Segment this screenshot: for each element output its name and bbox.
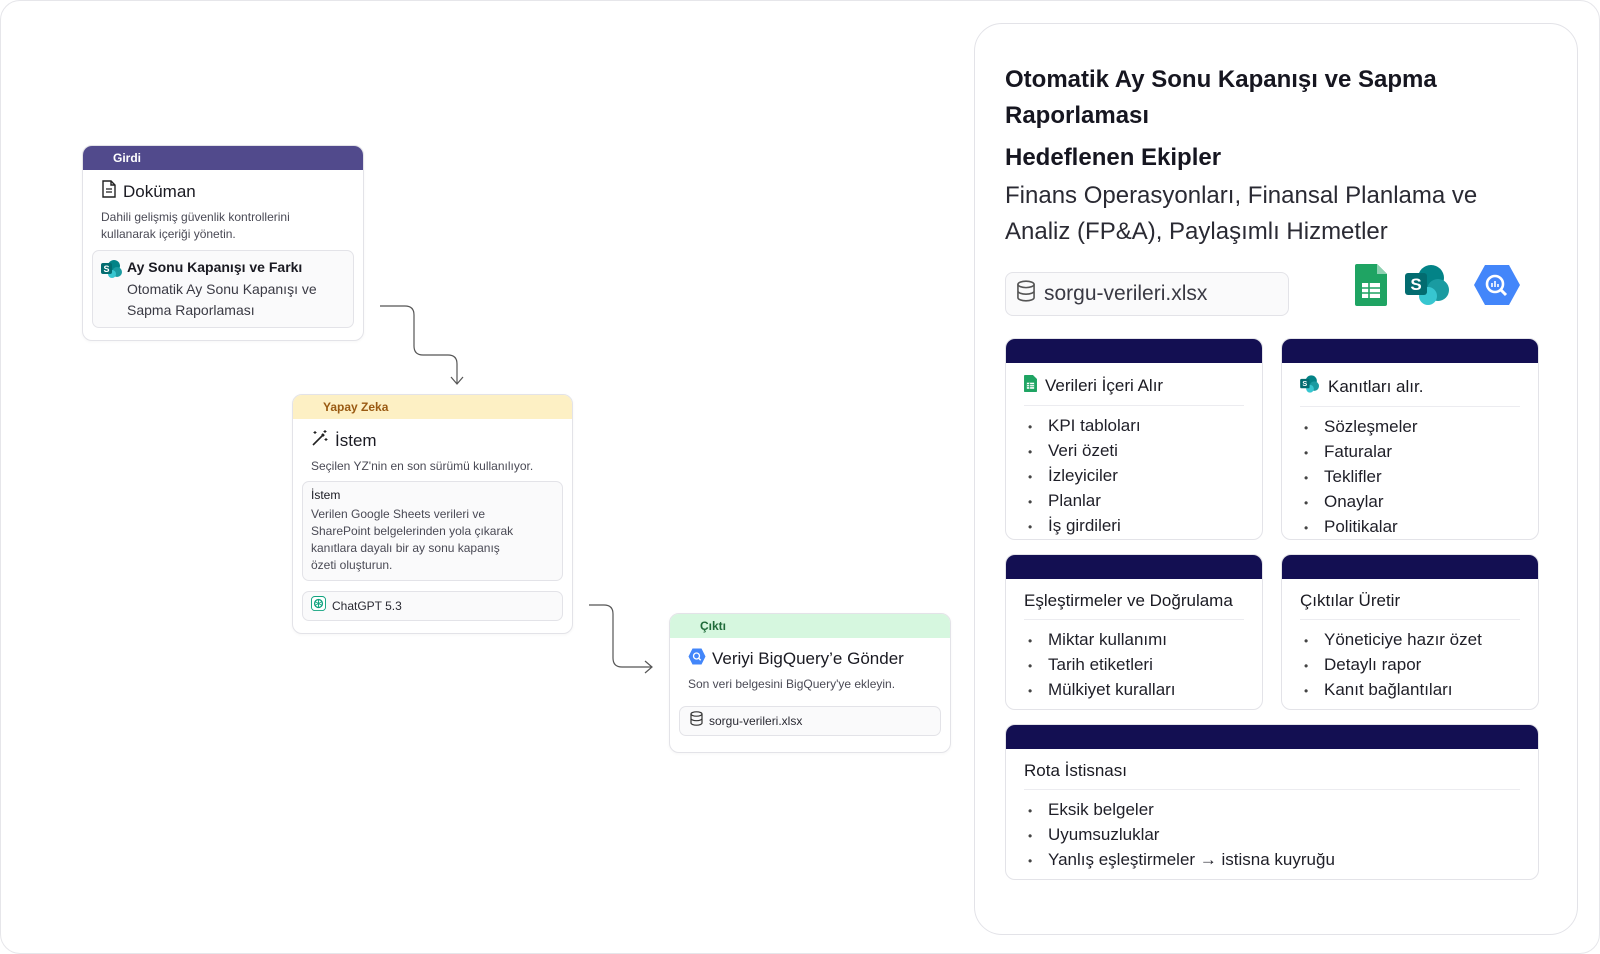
bigquery-icon (1473, 264, 1521, 311)
output-file-item[interactable]: sorgu-verileri.xlsx (679, 706, 941, 736)
model-selector[interactable]: ChatGPT 5.3 (302, 591, 563, 621)
card-title-row: Rota İstisnası (1024, 761, 1520, 790)
card-title: Kanıtları alır. (1328, 376, 1424, 396)
list-item: Planlar (1028, 489, 1262, 514)
card-route-exception: Rota İstisnası Eksik belgeler Uyumsuzluk… (1005, 724, 1539, 880)
card-list: Miktar kullanımı Tarih etiketleri Mülkiy… (1028, 628, 1262, 703)
card-produces-outputs: Çıktılar Üretir Yöneticiye hazır özet De… (1281, 554, 1539, 710)
card-list: Eksik belgeler Uyumsuzluklar Yanlış eşle… (1028, 798, 1538, 873)
card-ingests-data: Verileri İçeri Alır KPI tabloları Veri ö… (1005, 338, 1263, 540)
svg-text:S: S (1410, 275, 1421, 294)
bigquery-icon (688, 648, 706, 670)
ai-node[interactable]: Yapay Zeka İstem Seçilen YZ'nin en son s… (292, 394, 573, 634)
output-node-title-row: Veriyi BigQuery’e Gönder (688, 648, 950, 670)
card-header-bar (1006, 725, 1538, 749)
card-header-bar (1006, 339, 1262, 363)
list-item: Veri özeti (1028, 439, 1262, 464)
prompt-label: İstem (311, 488, 341, 502)
list-item: Yöneticiye hazır özet (1304, 628, 1538, 653)
card-title-row: Verileri İçeri Alır (1024, 375, 1244, 406)
input-node[interactable]: Girdi Doküman Dahili gelişmiş güvenlik k… (82, 145, 364, 341)
input-node-description: Dahili gelişmiş güvenlik kontrollerini k… (101, 210, 290, 241)
list-item: Mülkiyet kuralları (1028, 678, 1262, 703)
output-node[interactable]: Çıktı Veriyi BigQuery’e Gönder Son veri … (669, 613, 951, 753)
sharepoint-icon: S (101, 259, 123, 284)
database-icon (690, 711, 703, 731)
list-item: Faturalar (1304, 440, 1538, 465)
summary-panel: Otomatik Ay Sonu Kapanışı ve Sapma Rapor… (974, 23, 1578, 935)
prompt-box[interactable]: İstem Verilen Google Sheets verileri ve … (302, 481, 563, 581)
panel-subtitle: Hedeflenen Ekipler (1005, 144, 1222, 171)
list-item: Sözleşmeler (1304, 415, 1538, 440)
model-name: ChatGPT 5.3 (332, 599, 402, 613)
google-sheets-icon (1355, 264, 1387, 311)
card-fetches-evidence: S Kanıtları alır. Sözleşmeler Faturalar … (1281, 338, 1539, 540)
panel-target-teams: Finans Operasyonları, Finansal Planlama … (1005, 182, 1478, 245)
google-sheets-icon (1024, 375, 1037, 397)
list-item: Politikalar (1304, 515, 1538, 539)
document-icon (101, 180, 117, 203)
ai-node-title-row: İstem (311, 429, 572, 452)
output-node-description: Son veri belgesini BigQuery'ye ekleyin. (688, 677, 896, 691)
card-title: Çıktılar Üretir (1300, 591, 1401, 610)
card-header-bar (1282, 339, 1538, 363)
sharepoint-icon: S (1405, 264, 1451, 311)
svg-text:S: S (103, 264, 109, 274)
card-matching-validation: Eşleştirmeler ve Doğrulama Miktar kullan… (1005, 554, 1263, 710)
list-item: KPI tabloları (1028, 414, 1262, 439)
list-item: Yanlış eşleştirmeler → istisna kuyruğu (1028, 848, 1538, 873)
list-item: Kanıt bağlantıları (1304, 678, 1538, 703)
card-title-row: Çıktılar Üretir (1300, 591, 1520, 620)
card-list: Yöneticiye hazır özet Detaylı rapor Kanı… (1304, 628, 1538, 703)
panel-file-name: sorgu-verileri.xlsx (1044, 282, 1208, 305)
panel-file-chip[interactable]: sorgu-verileri.xlsx (1005, 272, 1289, 316)
list-item: Onaylar (1304, 490, 1538, 515)
output-node-header: Çıktı (670, 614, 950, 638)
card-header-bar (1006, 555, 1262, 579)
list-item: Tarih etiketleri (1028, 653, 1262, 678)
panel-title: Otomatik Ay Sonu Kapanışı ve Sapma Rapor… (1005, 66, 1437, 129)
list-item: İş girdileri (1028, 514, 1262, 539)
ai-node-header: Yapay Zeka (293, 395, 572, 419)
list-item: Teklifler (1304, 465, 1538, 490)
input-item-subtitle: Otomatik Ay Sonu Kapanışı ve Sapma Rapor… (127, 281, 317, 318)
output-node-title: Veriyi BigQuery’e Gönder (712, 649, 904, 668)
list-item: Miktar kullanımı (1028, 628, 1262, 653)
card-title-row: Eşleştirmeler ve Doğrulama (1024, 591, 1244, 620)
card-list: KPI tabloları Veri özeti İzleyiciler Pla… (1028, 414, 1262, 539)
ai-node-title: İstem (335, 430, 377, 450)
list-item: Detaylı rapor (1304, 653, 1538, 678)
input-node-header: Girdi (83, 146, 363, 170)
ai-node-description: Seçilen YZ'nin en son sürümü kullanılıyo… (311, 459, 534, 473)
input-node-title: Doküman (123, 181, 196, 201)
list-item: Eksik belgeler (1028, 798, 1538, 823)
card-title: Eşleştirmeler ve Doğrulama (1024, 591, 1233, 610)
input-item-title: Ay Sonu Kapanışı ve Farkı (127, 259, 303, 275)
input-document-item[interactable]: S Ay Sonu Kapanışı ve Farkı Otomatik Ay … (92, 250, 354, 328)
prompt-text: Verilen Google Sheets verileri ve ShareP… (311, 507, 514, 572)
list-item: Uyumsuzluklar (1028, 823, 1538, 848)
sharepoint-icon: S (1300, 375, 1320, 398)
integration-icons: S (1355, 264, 1521, 311)
svg-text:S: S (1302, 379, 1307, 388)
magic-wand-icon (311, 429, 329, 452)
list-item: İzleyiciler (1028, 464, 1262, 489)
card-header-bar (1282, 555, 1538, 579)
input-node-title-row: Doküman (101, 180, 363, 203)
database-icon (1016, 280, 1036, 308)
card-list: Sözleşmeler Faturalar Teklifler Onaylar … (1304, 415, 1538, 539)
chatgpt-icon (311, 596, 326, 616)
card-title-row: S Kanıtları alır. (1300, 375, 1520, 407)
output-file-name: sorgu-verileri.xlsx (709, 714, 803, 728)
card-title: Verileri İçeri Alır (1045, 376, 1164, 395)
card-title: Rota İstisnası (1024, 761, 1127, 780)
